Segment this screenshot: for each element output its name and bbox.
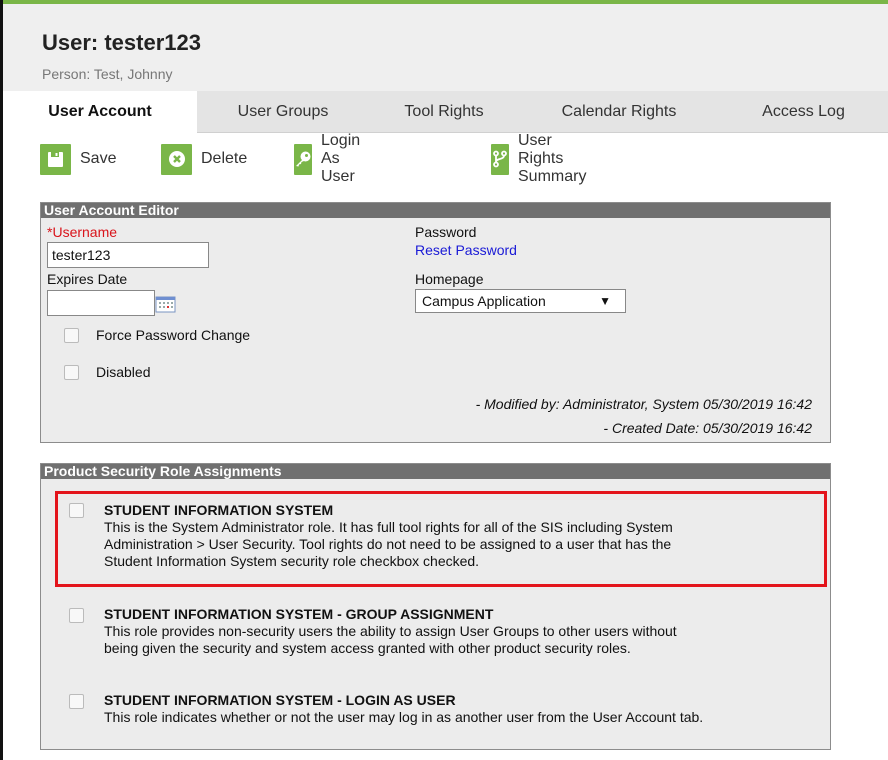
tab-user-groups[interactable]: User Groups bbox=[197, 91, 369, 132]
role-description: being given the security and system acce… bbox=[104, 640, 631, 656]
role-login-as-user: STUDENT INFORMATION SYSTEM - LOGIN AS US… bbox=[104, 692, 703, 726]
homepage-selected-value: Campus Application bbox=[422, 293, 546, 309]
role-checkbox-group-assignment[interactable] bbox=[69, 608, 84, 623]
save-label: Save bbox=[80, 150, 117, 167]
role-checkbox-sis[interactable] bbox=[69, 503, 84, 518]
tab-user-account[interactable]: User Account bbox=[3, 91, 197, 133]
username-label: *Username bbox=[47, 224, 118, 240]
reset-password-link[interactable]: Reset Password bbox=[415, 242, 517, 258]
delete-icon bbox=[161, 143, 192, 175]
save-button[interactable]: Save bbox=[40, 143, 116, 175]
homepage-label: Homepage bbox=[415, 271, 484, 287]
tab-tool-rights[interactable]: Tool Rights bbox=[369, 91, 519, 132]
chevron-down-icon: ▼ bbox=[599, 294, 611, 308]
user-rights-summary-button[interactable]: User Rights Summary bbox=[491, 132, 599, 185]
user-rights-summary-label: User Rights Summary bbox=[518, 132, 587, 185]
tab-bar: User Account User Groups Tool Rights Cal… bbox=[3, 91, 888, 133]
role-group-assignment: STUDENT INFORMATION SYSTEM - GROUP ASSIG… bbox=[104, 606, 677, 657]
force-password-change-label: Force Password Change bbox=[96, 327, 251, 343]
expires-date-label: Expires Date bbox=[47, 271, 128, 287]
page-subtitle: Person: Test, Johnny bbox=[42, 66, 173, 82]
role-title: STUDENT INFORMATION SYSTEM - LOGIN AS US… bbox=[104, 692, 456, 708]
created-date-text: - Created Date: 05/30/2019 16:42 bbox=[603, 420, 812, 436]
role-checkbox-login-as-user[interactable] bbox=[69, 694, 84, 709]
login-as-user-label: Login As User bbox=[321, 132, 361, 185]
tab-access-log[interactable]: Access Log bbox=[719, 91, 888, 132]
homepage-select[interactable]: Campus Application ▼ bbox=[415, 289, 626, 313]
save-icon bbox=[40, 143, 71, 175]
role-title: STUDENT INFORMATION SYSTEM bbox=[104, 502, 334, 518]
modified-by-text: - Modified by: Administrator, System 05/… bbox=[475, 396, 812, 412]
disabled-label: Disabled bbox=[96, 364, 151, 380]
role-description: Administration > User Security. Tool rig… bbox=[104, 536, 672, 552]
username-input[interactable]: tester123 bbox=[47, 242, 209, 268]
tab-calendar-rights[interactable]: Calendar Rights bbox=[519, 91, 719, 132]
role-sis: STUDENT INFORMATION SYSTEM This is the S… bbox=[104, 502, 673, 570]
page-header: User: tester123 Person: Test, Johnny bbox=[3, 4, 888, 91]
disabled-checkbox[interactable] bbox=[64, 365, 79, 380]
expires-date-input[interactable] bbox=[47, 290, 155, 316]
role-assignments-header: Product Security Role Assignments bbox=[41, 464, 830, 479]
page-title: User: tester123 bbox=[42, 30, 201, 55]
role-description: Student Information System security role… bbox=[104, 553, 480, 569]
user-account-editor-header: User Account Editor bbox=[41, 203, 830, 218]
delete-button[interactable]: Delete bbox=[161, 143, 247, 175]
delete-label: Delete bbox=[201, 150, 248, 167]
role-description: This role indicates whether or not the u… bbox=[104, 709, 704, 725]
password-label: Password bbox=[415, 224, 477, 240]
key-icon bbox=[294, 143, 312, 175]
login-as-user-button[interactable]: Login As User bbox=[294, 132, 373, 185]
role-description: This role provides non-security users th… bbox=[104, 623, 677, 639]
role-title: STUDENT INFORMATION SYSTEM - GROUP ASSIG… bbox=[104, 606, 494, 622]
branch-icon bbox=[491, 143, 509, 175]
force-password-change-checkbox[interactable] bbox=[64, 328, 79, 343]
role-description: This is the System Administrator role. I… bbox=[104, 519, 673, 535]
calendar-icon[interactable] bbox=[155, 296, 176, 313]
